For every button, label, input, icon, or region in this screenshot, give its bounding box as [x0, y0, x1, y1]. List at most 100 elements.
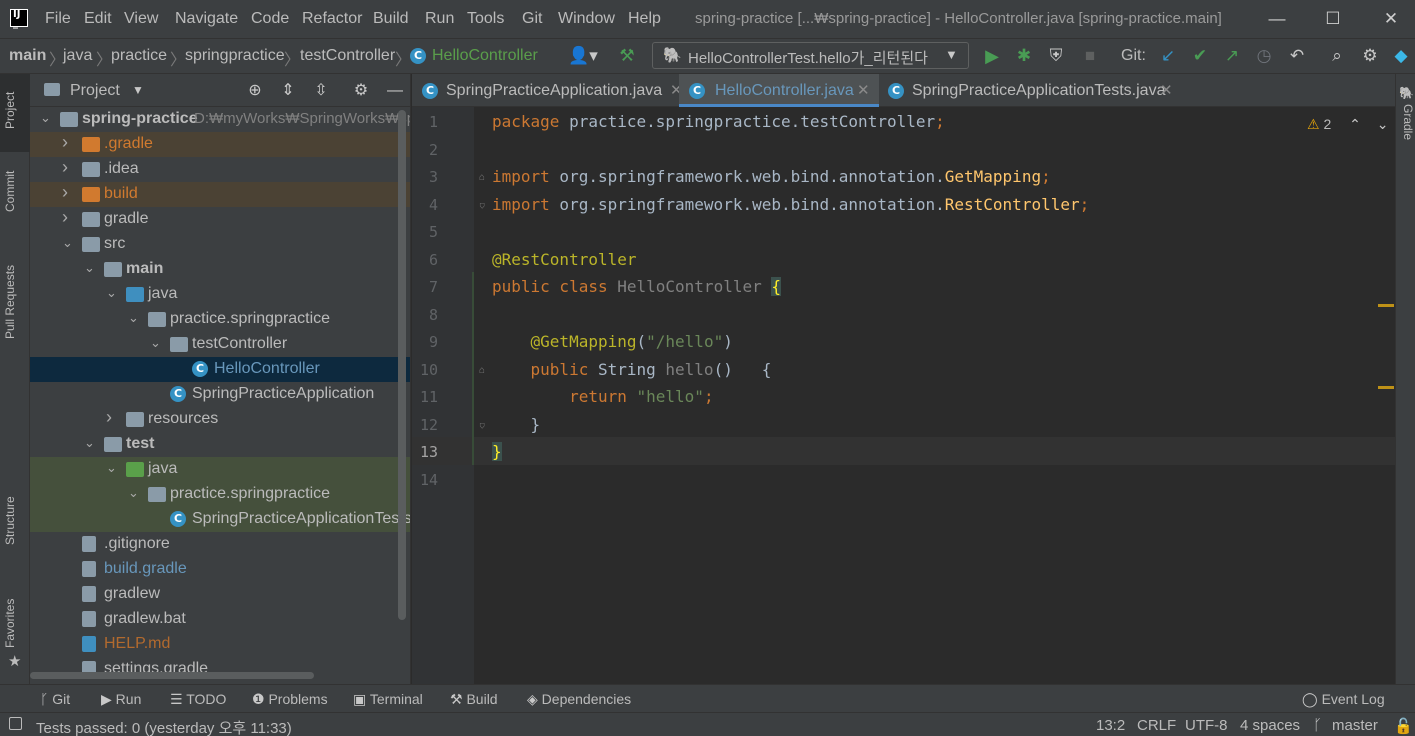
dependencies-tool-button[interactable]: ◈ Dependencies	[527, 691, 631, 708]
tree-item[interactable]: gradlew	[30, 582, 410, 607]
tab-springpracticeapplicationtests[interactable]: C SpringPracticeApplicationTests.java ✕	[888, 74, 1178, 107]
menu-run[interactable]: Run	[425, 10, 454, 28]
expanded-arrow-icon[interactable]: ⌄	[106, 460, 117, 476]
tree-item[interactable]: › resources	[30, 407, 410, 432]
locate-file-icon[interactable]: ⊕	[244, 80, 266, 102]
vertical-scrollbar[interactable]	[398, 110, 406, 620]
expanded-arrow-icon[interactable]: ⌄	[128, 485, 139, 501]
gradle-tool-tab[interactable]: Gradle	[1395, 104, 1415, 140]
expanded-arrow-icon[interactable]: ⌄	[62, 235, 73, 251]
tree-item[interactable]: ⌄ java	[30, 282, 410, 307]
tree-item[interactable]: › .gradle	[30, 132, 410, 157]
expanded-arrow-icon[interactable]: ⌄	[150, 335, 161, 351]
expanded-arrow-icon[interactable]: ⌄	[106, 285, 117, 301]
run-icon[interactable]: ▶	[981, 45, 1003, 67]
menu-window[interactable]: Window	[558, 10, 615, 28]
coverage-icon[interactable]: ⛨	[1045, 45, 1067, 67]
collapsed-arrow-icon[interactable]: ›	[62, 207, 68, 228]
tree-item[interactable]: ⌄ src	[30, 232, 410, 257]
debug-bug-icon[interactable]: ✱	[1013, 45, 1035, 67]
git-commit-icon[interactable]: ✔	[1189, 45, 1211, 67]
chevron-down-icon[interactable]: ▼	[132, 83, 144, 97]
collapsed-arrow-icon[interactable]: ›	[106, 407, 112, 428]
tool-windows-toggle-icon[interactable]	[9, 717, 22, 730]
expanded-arrow-icon[interactable]: ⌄	[84, 260, 95, 276]
project-tool-tab[interactable]: Project	[3, 82, 27, 138]
tree-item[interactable]: ⌄ spring-practice D:₩myWorks₩SpringWorks₩s…	[30, 107, 410, 132]
menu-tools[interactable]: Tools	[467, 10, 504, 28]
run-configuration-selector[interactable]: 🐘 HelloControllerTest.hello가_리턴된다 ▼	[652, 42, 969, 69]
menu-build[interactable]: Build	[373, 10, 409, 28]
menu-help[interactable]: Help	[628, 10, 661, 28]
tree-item[interactable]: C HelloController	[30, 357, 410, 382]
breadcrumb-java[interactable]: java	[63, 47, 92, 65]
menu-file[interactable]: File	[45, 10, 71, 28]
expand-all-icon[interactable]: ⇕	[277, 80, 299, 102]
tree-item[interactable]: ⌄ practice.springpractice	[30, 482, 410, 507]
hide-panel-icon[interactable]: —	[384, 80, 406, 102]
warning-stripe-mark[interactable]	[1378, 386, 1394, 389]
toolbox-icon[interactable]: ◆	[1390, 45, 1412, 67]
problems-tool-button[interactable]: ❶ Problems	[252, 691, 328, 708]
git-push-icon[interactable]: ↗	[1221, 45, 1243, 67]
breadcrumb-testcontroller[interactable]: testController	[300, 47, 395, 65]
collapse-all-icon[interactable]: ⇳	[310, 80, 332, 102]
tree-item[interactable]: gradlew.bat	[30, 607, 410, 632]
fold-marker-icon[interactable]: ⌂	[479, 420, 485, 431]
tree-item[interactable]: › build	[30, 182, 410, 207]
close-tab-icon[interactable]: ✕	[857, 81, 870, 99]
expanded-arrow-icon[interactable]: ⌄	[40, 110, 51, 126]
structure-tool-tab[interactable]: Structure	[3, 490, 27, 552]
expanded-arrow-icon[interactable]: ⌄	[128, 310, 139, 326]
build-hammer-icon[interactable]: ⚒	[616, 45, 638, 67]
caret-position[interactable]: 13:2	[1096, 717, 1125, 734]
close-tab-icon[interactable]: ✕	[1160, 81, 1173, 99]
collapsed-arrow-icon[interactable]: ›	[62, 157, 68, 178]
settings-gear-icon[interactable]: ⚙	[350, 80, 372, 102]
tree-item[interactable]: › .idea	[30, 157, 410, 182]
favorites-tool-tab[interactable]: Favorites	[3, 592, 27, 654]
fold-marker-icon[interactable]: ⌂	[479, 200, 485, 211]
tree-item[interactable]: C SpringPracticeApplication	[30, 382, 410, 407]
pull-requests-tool-tab[interactable]: Pull Requests	[3, 260, 27, 344]
run-tool-button[interactable]: ▶ Run	[101, 691, 141, 708]
next-highlight-icon[interactable]: ⌄	[1377, 116, 1389, 132]
breadcrumb-practice[interactable]: practice	[111, 47, 167, 65]
inspection-widget[interactable]: ⚠ 2 ⌃ ⌄	[1307, 116, 1389, 133]
git-branch[interactable]: master	[1332, 717, 1378, 734]
rollback-icon[interactable]: ↶	[1286, 45, 1308, 67]
warning-stripe-mark[interactable]	[1378, 304, 1394, 307]
menu-navigate[interactable]: Navigate	[175, 10, 238, 28]
horizontal-scrollbar[interactable]	[30, 672, 314, 679]
git-tool-button[interactable]: ᚴ Git	[40, 691, 70, 707]
build-tool-button[interactable]: ⚒ Build	[450, 691, 498, 708]
collapsed-arrow-icon[interactable]: ›	[62, 182, 68, 203]
tree-item[interactable]: .gitignore	[30, 532, 410, 557]
tree-item[interactable]: ⌄ testController	[30, 332, 410, 357]
history-clock-icon[interactable]: ◷	[1253, 45, 1275, 67]
file-encoding[interactable]: UTF-8	[1185, 717, 1228, 734]
breadcrumb-springpractice[interactable]: springpractice	[185, 47, 285, 65]
indent-setting[interactable]: 4 spaces	[1240, 717, 1300, 734]
expanded-arrow-icon[interactable]: ⌄	[84, 435, 95, 451]
previous-highlight-icon[interactable]: ⌃	[1349, 116, 1361, 132]
search-icon[interactable]: ⌕	[1326, 45, 1348, 67]
fold-marker-icon[interactable]: ⌂	[479, 365, 485, 376]
todo-tool-button[interactable]: ☰ TODO	[170, 691, 226, 708]
lock-icon[interactable]: 🔓	[1394, 717, 1413, 735]
settings-gear-icon[interactable]: ⚙	[1359, 45, 1381, 67]
menu-view[interactable]: View	[124, 10, 158, 28]
menu-refactor[interactable]: Refactor	[302, 10, 362, 28]
fold-marker-icon[interactable]: ⌂	[479, 172, 485, 183]
tab-springpracticeapplication[interactable]: C SpringPracticeApplication.java ✕	[422, 74, 684, 107]
tab-hellocontroller[interactable]: C HelloController.java ✕	[679, 74, 879, 107]
tree-item[interactable]: ⌄ java	[30, 457, 410, 482]
commit-tool-tab[interactable]: Commit	[3, 166, 27, 216]
tree-item[interactable]: C SpringPracticeApplicationTests	[30, 507, 410, 532]
close-window-button[interactable]: ✕	[1376, 7, 1406, 31]
breadcrumb-main[interactable]: main	[9, 47, 46, 65]
project-view-title[interactable]: Project	[70, 82, 120, 100]
maximize-button[interactable]: ☐	[1318, 7, 1348, 31]
breadcrumb-hellocontroller[interactable]: HelloController	[432, 47, 538, 65]
event-log-button[interactable]: ◯ Event Log	[1302, 691, 1385, 708]
